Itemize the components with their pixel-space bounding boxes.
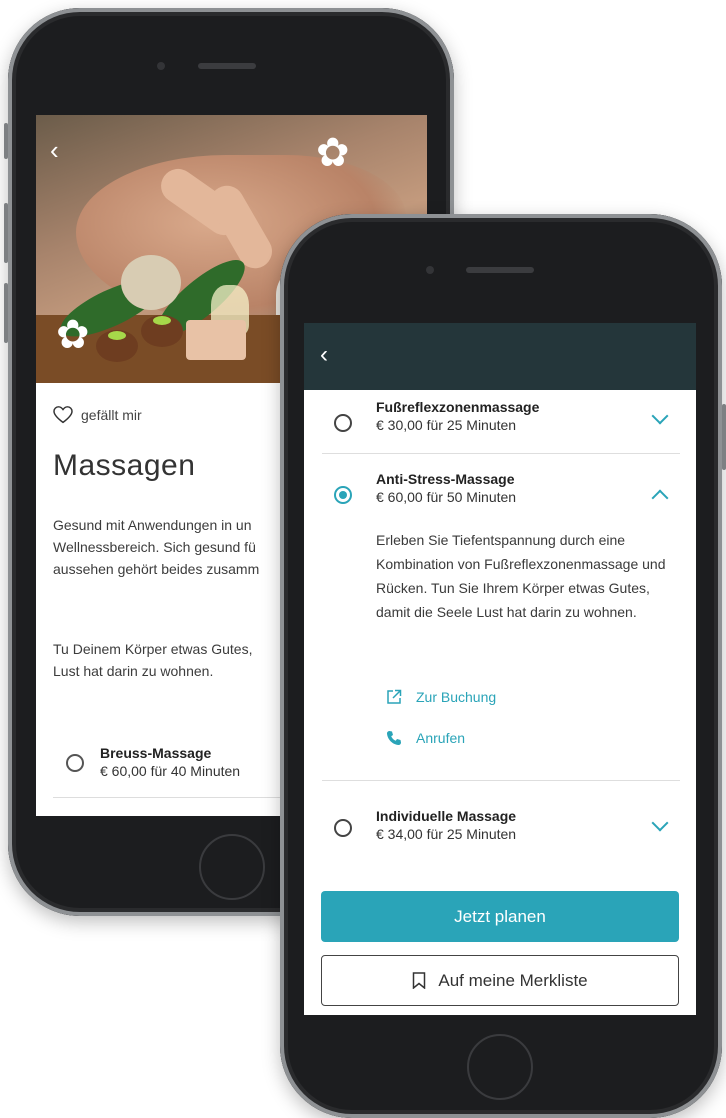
radio-button[interactable] <box>334 819 352 837</box>
option-name: Fußreflexzonenmassage <box>376 399 540 415</box>
option-anti-stress-massage[interactable]: Anti-Stress-Massage € 60,00 für 50 Minut… <box>322 468 680 518</box>
home-button[interactable] <box>467 1034 533 1100</box>
radio-button-selected[interactable] <box>334 486 352 504</box>
like-toggle[interactable]: gefällt mir <box>53 406 142 424</box>
booking-link[interactable]: Zur Buchung <box>386 689 496 705</box>
volume-down-button <box>4 283 8 343</box>
radio-button[interactable] <box>66 754 84 772</box>
watchlist-label: Auf meine Merkliste <box>438 970 588 990</box>
like-label: gefällt mir <box>81 407 142 423</box>
phone-icon <box>387 731 401 745</box>
option-price: € 30,00 für 25 Minuten <box>376 417 517 433</box>
header-bar: ‹ <box>304 323 696 390</box>
option-price: € 60,00 für 50 Minuten <box>376 489 517 505</box>
page-title: Massagen <box>53 449 196 482</box>
option-name: Individuelle Massage <box>376 808 517 824</box>
chevron-down-icon[interactable] <box>651 814 669 832</box>
earpiece-speaker <box>466 267 534 273</box>
option-price: € 34,00 für 25 Minuten <box>376 826 517 842</box>
front-camera <box>426 266 434 274</box>
back-chevron-icon[interactable]: ‹ <box>320 343 328 367</box>
bookmark-icon <box>413 972 426 989</box>
option-name: Breuss-Massage <box>100 745 212 761</box>
radio-button[interactable] <box>334 414 352 432</box>
option-price: € 60,00 für 40 Minuten <box>100 763 241 779</box>
external-link-icon <box>387 689 402 704</box>
option-breuss-massage[interactable]: Breuss-Massage € 60,00 für 40 Minuten <box>66 745 240 779</box>
divider <box>322 780 680 781</box>
heart-icon <box>53 406 73 424</box>
divider <box>322 453 680 454</box>
call-label: Anrufen <box>416 730 466 746</box>
back-chevron-icon[interactable]: ‹ <box>50 137 59 163</box>
earpiece-speaker <box>198 63 256 69</box>
call-link[interactable]: Anrufen <box>386 730 465 746</box>
power-button <box>722 404 726 470</box>
option-fussreflexzonenmassage[interactable]: Fußreflexzonenmassage € 30,00 für 25 Min… <box>322 396 680 446</box>
front-screen: ‹ Fußreflexzonenmassage € 30,00 für 25 M… <box>304 323 696 1015</box>
option-individuelle-massage[interactable]: Individuelle Massage € 34,00 für 25 Minu… <box>322 805 680 855</box>
option-name: Anti-Stress-Massage <box>376 471 515 487</box>
plan-now-button[interactable]: Jetzt planen <box>321 891 679 942</box>
front-phone: ‹ Fußreflexzonenmassage € 30,00 für 25 M… <box>280 214 726 1118</box>
booking-label: Zur Buchung <box>416 689 497 705</box>
add-to-watchlist-button[interactable]: Auf meine Merkliste <box>321 955 679 1006</box>
mute-switch <box>4 123 8 159</box>
chevron-up-icon[interactable] <box>651 489 669 507</box>
volume-up-button <box>4 203 8 263</box>
option-description: Erleben Sie Tiefentspannung durch eine K… <box>376 532 666 620</box>
front-camera <box>157 62 165 70</box>
home-button[interactable] <box>199 834 265 900</box>
chevron-down-icon[interactable] <box>651 407 669 425</box>
